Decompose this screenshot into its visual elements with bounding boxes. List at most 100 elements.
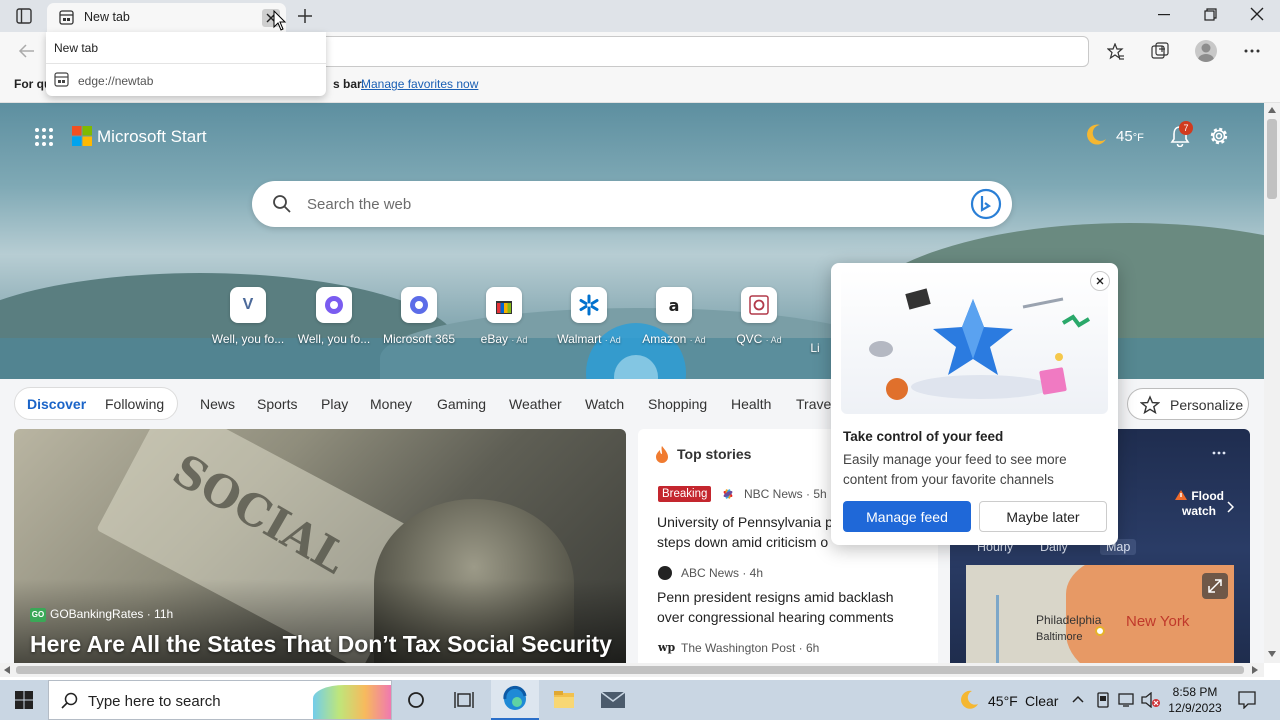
device-icon[interactable]: [1096, 692, 1110, 708]
scroll-left-arrow-icon[interactable]: [4, 666, 10, 674]
minimize-button[interactable]: [1158, 14, 1170, 16]
brand-name[interactable]: Microsoft Start: [97, 127, 207, 147]
nav-watch[interactable]: Watch: [585, 396, 624, 412]
scroll-up-arrow-icon[interactable]: [1268, 107, 1276, 113]
quick-link-text: Microsoft 365: [382, 332, 456, 346]
quick-link-amazon[interactable]: a Amazon · Ad: [629, 287, 719, 346]
page-settings-gear-icon[interactable]: [1208, 125, 1230, 147]
map-river: [996, 595, 999, 663]
tab-following[interactable]: Following: [105, 396, 164, 412]
quick-link-microsoft-365[interactable]: Microsoft 365: [374, 287, 464, 346]
mail-icon[interactable]: [600, 691, 626, 709]
quick-link-1[interactable]: V Well, you fo...: [203, 287, 293, 346]
settings-more-icon[interactable]: [1244, 49, 1260, 53]
back-button[interactable]: [18, 43, 36, 59]
scroll-thumb[interactable]: [1267, 119, 1277, 199]
collections-icon[interactable]: [1151, 42, 1169, 60]
moon-weather-icon[interactable]: [958, 689, 980, 711]
copilot-icon: [316, 287, 352, 323]
story-headline[interactable]: University of Pennsylvania p steps down …: [657, 512, 833, 552]
tab-new-tab[interactable]: New tab: [47, 3, 286, 32]
restore-button[interactable]: [1204, 8, 1217, 21]
nav-travel[interactable]: Travel: [796, 396, 834, 412]
flood-watch-alert[interactable]: Flood watch: [1168, 489, 1230, 519]
start-windows-icon[interactable]: [15, 691, 33, 709]
nav-gaming[interactable]: Gaming: [437, 396, 486, 412]
weather-map[interactable]: Philadelphia Baltimore New York: [966, 565, 1234, 663]
quick-link-label: eBay · Ad: [459, 332, 549, 346]
quick-link-2[interactable]: Well, you fo...: [289, 287, 379, 346]
story-headline[interactable]: Penn president resigns amid backlash ove…: [657, 587, 894, 627]
new-tab-button[interactable]: [296, 7, 314, 25]
expand-map-icon[interactable]: [1202, 573, 1228, 599]
quick-link-ebay[interactable]: eBay · Ad: [459, 287, 549, 346]
quick-link-label: Walmart · Ad: [544, 332, 634, 346]
abc-logo-icon: [658, 566, 672, 580]
scroll-right-arrow-icon[interactable]: [1252, 666, 1258, 674]
manage-feed-button[interactable]: Manage feed: [843, 501, 971, 532]
chevron-up-icon[interactable]: [1072, 695, 1084, 703]
nav-shopping[interactable]: Shopping: [648, 396, 707, 412]
nav-news[interactable]: News: [200, 396, 235, 412]
temperature-unit: °F: [1132, 132, 1144, 144]
network-icon[interactable]: [1118, 692, 1136, 708]
personalize-button[interactable]: Personalize: [1127, 388, 1249, 420]
close-popup-button[interactable]: [1090, 271, 1110, 291]
story-headline-line: University of Pennsylvania p: [657, 514, 833, 530]
taskbar-weather-temp[interactable]: 45°F: [988, 693, 1018, 709]
profile-avatar[interactable]: [1195, 40, 1217, 62]
article-headline[interactable]: Here Are All the States That Don’t Tax S…: [30, 631, 612, 658]
taskbar-clock[interactable]: 8:58 PM 12/9/2023: [1164, 684, 1226, 716]
windows-taskbar: Type here to search 45°F Clear 8:58 PM 1…: [0, 680, 1280, 720]
story-headline-line: Penn president resigns amid backlash: [657, 589, 894, 605]
address-bar[interactable]: [300, 36, 1089, 67]
tab-discover[interactable]: Discover: [27, 396, 86, 412]
search-icon: [61, 692, 79, 710]
quick-link-8[interactable]: Li: [800, 287, 830, 355]
ad-label: · Ad: [511, 335, 528, 345]
quick-link-text: Li: [810, 341, 820, 355]
task-view-icon[interactable]: [454, 691, 474, 709]
moon-weather-icon[interactable]: [1084, 123, 1108, 147]
favorites-bar-text-end: s bar.: [333, 77, 365, 91]
maybe-later-button[interactable]: Maybe later: [979, 501, 1107, 532]
map-label-new-york: New York: [1126, 613, 1190, 630]
featured-article-card[interactable]: SOCIAL GO GOBankingRates · 11h Here Are A…: [14, 429, 626, 663]
volume-muted-icon[interactable]: [1141, 692, 1161, 708]
alert-line-1: Flood: [1191, 489, 1224, 503]
horizontal-scroll-thumb[interactable]: [16, 666, 1244, 674]
nav-health[interactable]: Health: [731, 396, 771, 412]
clock-time: 8:58 PM: [1172, 685, 1218, 699]
header-temperature[interactable]: 45°F: [1116, 128, 1144, 145]
nav-sports[interactable]: Sports: [257, 396, 297, 412]
scroll-down-arrow-icon[interactable]: [1268, 651, 1276, 657]
nav-play[interactable]: Play: [321, 396, 348, 412]
taskbar-weather-condition[interactable]: Clear: [1025, 693, 1058, 709]
web-search-box[interactable]: Search the web: [252, 181, 1012, 227]
edge-taskbar-icon[interactable]: [491, 680, 539, 720]
manage-favorites-link[interactable]: Manage favorites now: [361, 77, 478, 91]
bing-chat-icon[interactable]: [970, 188, 1002, 220]
favorites-icon[interactable]: [1107, 43, 1125, 61]
more-options-icon[interactable]: [1212, 451, 1226, 455]
source-label: GOBankingRates · 11h: [50, 607, 174, 621]
article-source[interactable]: GO GOBankingRates · 11h: [30, 607, 173, 622]
washington-post-logo-icon: wp: [658, 641, 676, 654]
hover-card-url: edge://newtab: [78, 74, 154, 88]
tab-actions-icon[interactable]: [16, 8, 32, 24]
chevron-right-icon[interactable]: [1226, 501, 1234, 513]
ad-label: · Ad: [689, 335, 706, 345]
apps-launcher-icon[interactable]: [34, 127, 54, 147]
nav-weather[interactable]: Weather: [509, 396, 562, 412]
horizontal-scrollbar[interactable]: [0, 663, 1264, 677]
quick-link-label: Well, you fo...: [289, 332, 379, 346]
quick-link-walmart[interactable]: Walmart · Ad: [544, 287, 634, 346]
file-explorer-icon[interactable]: [553, 690, 575, 710]
quick-link-qvc[interactable]: QVC · Ad: [714, 287, 804, 346]
notification-center-icon[interactable]: [1238, 691, 1256, 709]
cortana-icon[interactable]: [407, 691, 425, 709]
taskbar-search-box[interactable]: Type here to search: [48, 680, 392, 720]
vertical-scrollbar[interactable]: [1264, 103, 1280, 663]
nav-money[interactable]: Money: [370, 396, 412, 412]
close-window-button[interactable]: [1250, 7, 1264, 21]
